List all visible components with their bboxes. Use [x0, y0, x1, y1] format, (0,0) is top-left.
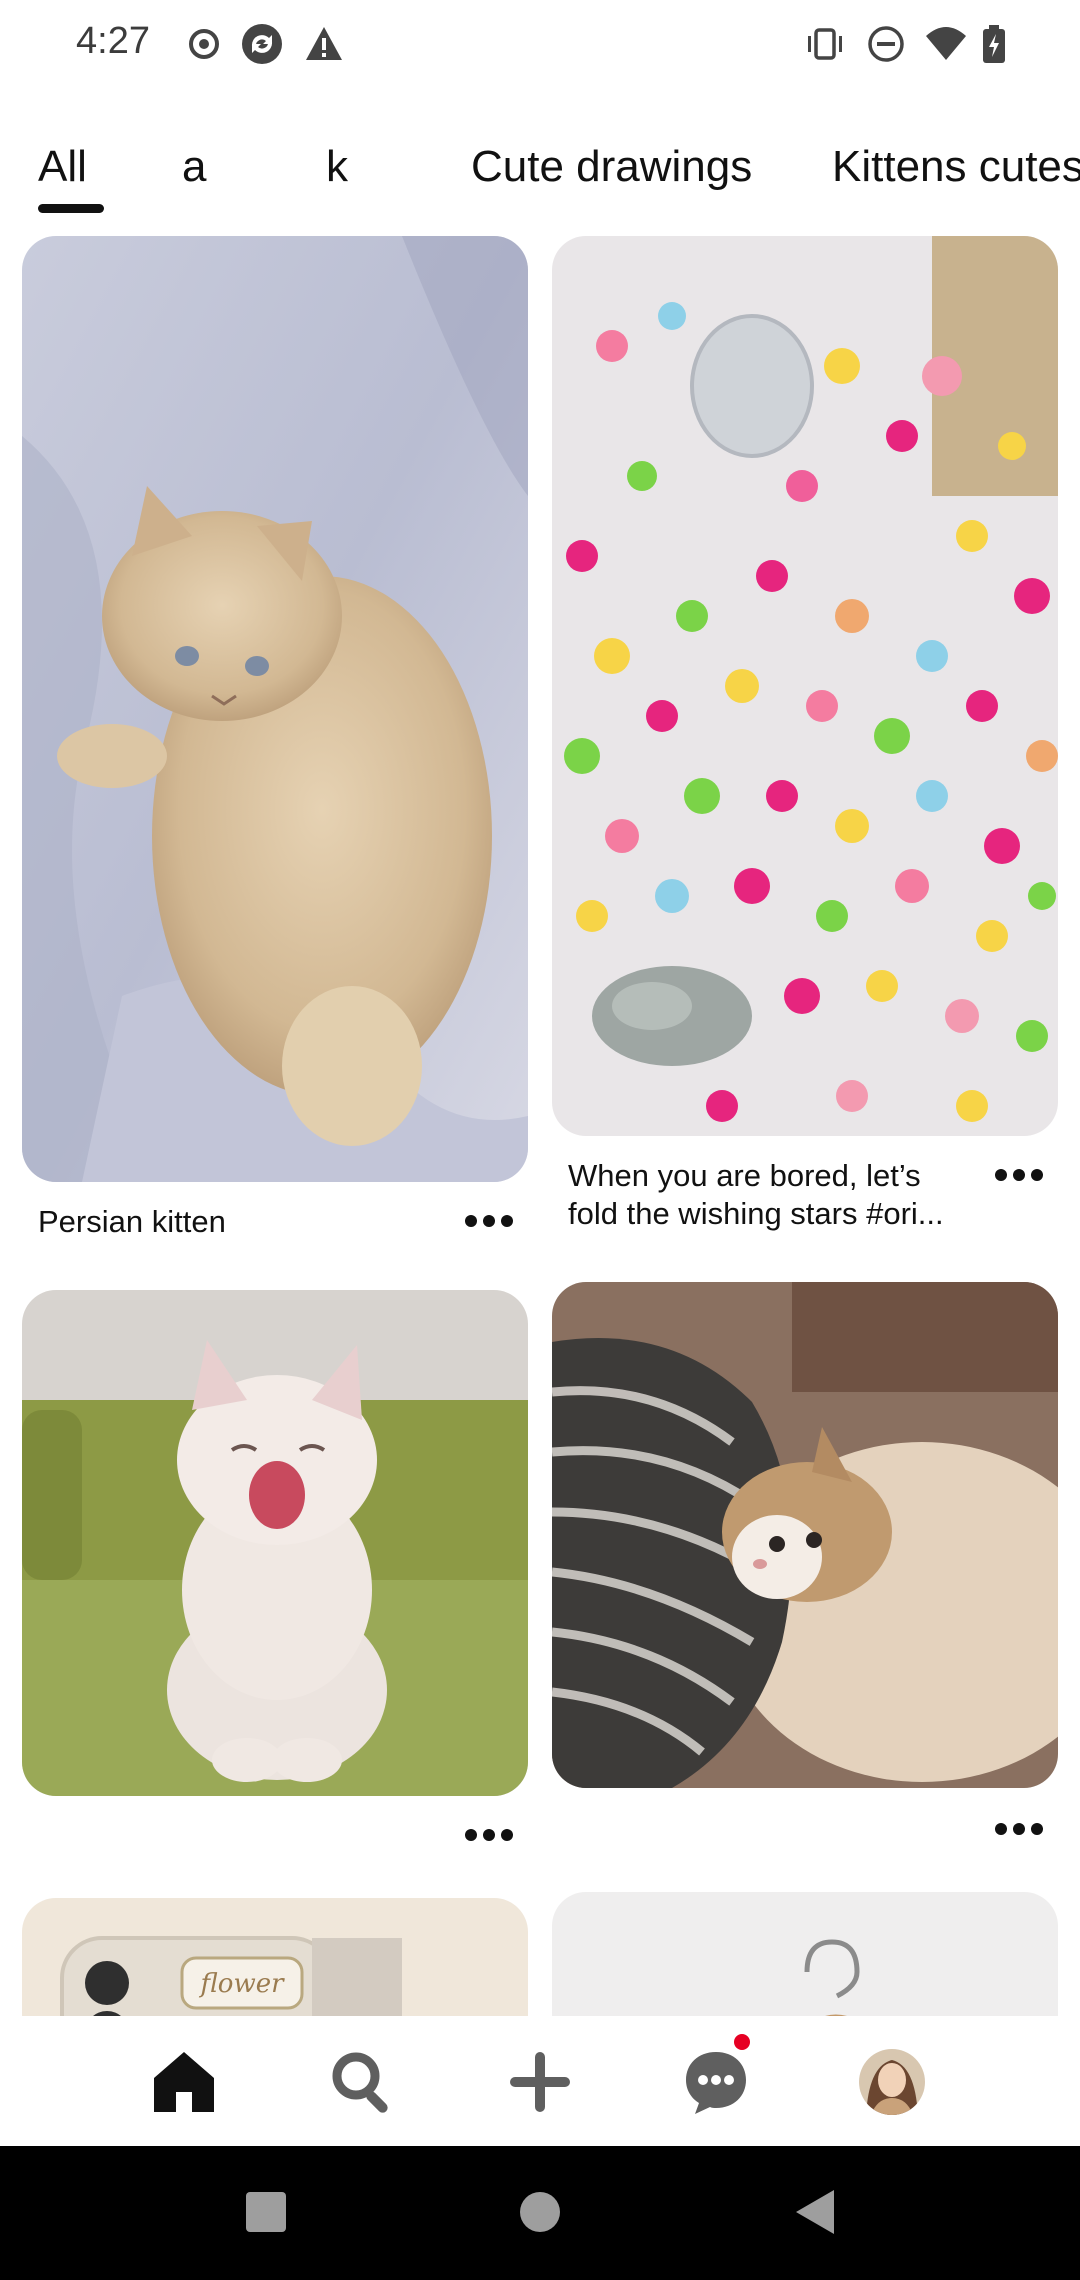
more-options-icon[interactable]	[992, 1814, 1046, 1844]
create-icon[interactable]	[504, 2046, 576, 2118]
home-circle-icon[interactable]	[510, 2182, 570, 2242]
status-bar: 4:27	[0, 0, 1080, 90]
recents-icon[interactable]	[236, 2182, 296, 2242]
tab-k[interactable]: k	[326, 142, 348, 192]
pin-image-kitten-under-blanket[interactable]	[552, 1282, 1058, 1788]
do-not-disturb-icon	[866, 24, 906, 64]
pin-title-origami-stars-line1[interactable]: When you are bored, let’s	[568, 1156, 921, 1196]
pin-title-origami-stars-line2[interactable]: fold the wishing stars #ori...	[568, 1194, 944, 1234]
battery-charging-icon	[980, 24, 1008, 64]
search-icon[interactable]	[326, 2046, 398, 2118]
more-options-icon[interactable]	[992, 1160, 1046, 1190]
notification-dot	[734, 2034, 750, 2050]
pin-image-origami-stars[interactable]	[552, 236, 1058, 1136]
pin-image-yawning-kitten[interactable]	[22, 1290, 528, 1796]
tab-kittens-cutest[interactable]: Kittens cutest	[832, 142, 1080, 192]
vibrate-icon	[804, 24, 846, 64]
sync-icon	[240, 22, 284, 66]
wifi-icon	[924, 24, 968, 64]
more-options-icon[interactable]	[462, 1820, 516, 1850]
active-tab-indicator	[38, 204, 104, 213]
tab-cute-drawings[interactable]: Cute drawings	[471, 142, 752, 192]
back-icon[interactable]	[786, 2182, 846, 2242]
pin-image-persian-kitten[interactable]	[22, 236, 528, 1182]
status-time: 4:27	[76, 20, 150, 62]
pin-title-persian-kitten[interactable]: Persian kitten	[38, 1202, 226, 1242]
board-tabs: All a k Cute drawings Kittens cutest	[0, 130, 1080, 220]
tab-all[interactable]: All	[38, 142, 87, 192]
bottom-navigation	[0, 2016, 1080, 2146]
svg-text:flower: flower	[198, 1969, 285, 1999]
messages-icon[interactable]	[680, 2046, 752, 2118]
warning-icon	[304, 24, 344, 64]
pin-image-hanger[interactable]	[552, 1892, 1058, 2016]
tab-a[interactable]: a	[182, 142, 206, 192]
profile-avatar[interactable]	[856, 2046, 928, 2118]
record-icon	[184, 24, 224, 64]
system-navigation-bar	[0, 2146, 1080, 2280]
pin-image-phone-case[interactable]: flower	[22, 1898, 528, 2016]
pin-feed[interactable]: Persian kitten When you are bored, let’s…	[0, 236, 1080, 2016]
home-icon[interactable]	[148, 2046, 220, 2118]
more-options-icon[interactable]	[462, 1206, 516, 1236]
